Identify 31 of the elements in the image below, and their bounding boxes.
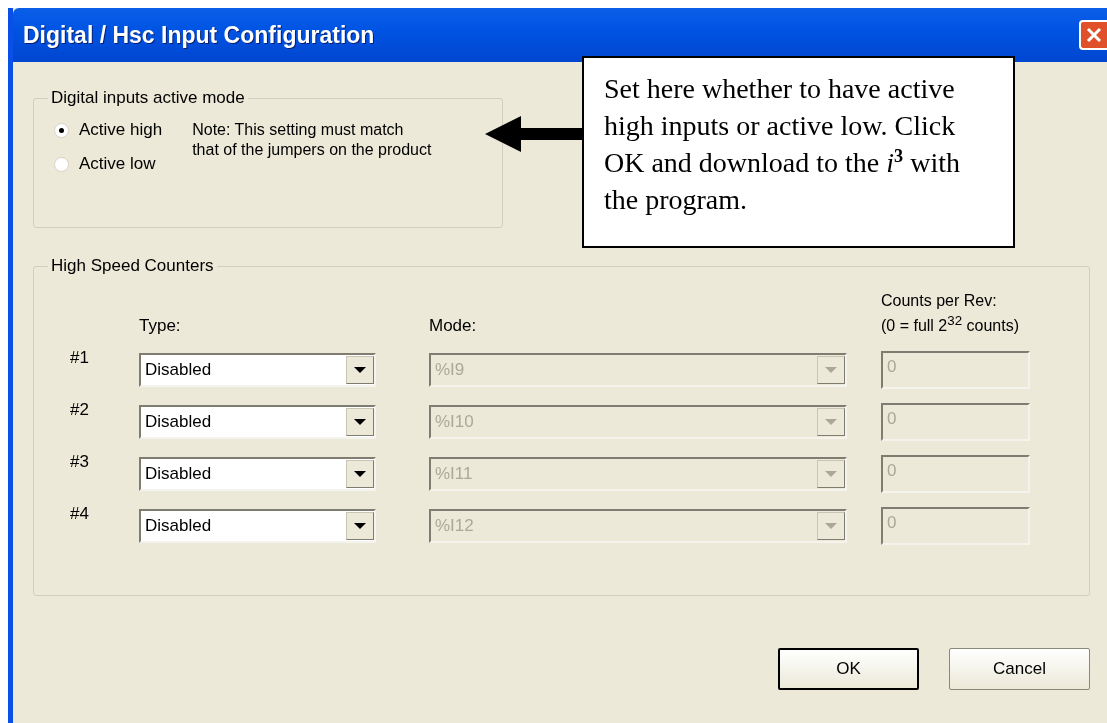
caret-icon [354,418,366,426]
caret-icon [825,418,837,426]
group-title: High Speed Counters [50,256,215,276]
arrow-icon [485,114,585,154]
caret-icon [354,470,366,478]
group-title: Digital inputs active mode [50,88,246,108]
column-label: Type: [139,316,182,337]
row-label: #2 [70,399,90,420]
caret-icon [825,470,837,478]
row-label: #3 [70,451,90,472]
caret-icon [825,522,837,530]
radio-option[interactable]: Active low [54,154,163,174]
caret-icon [354,522,366,530]
close-icon [1085,26,1103,44]
type-dropdown[interactable]: Disabled [139,457,376,491]
caret-icon [825,366,837,374]
type-dropdown[interactable]: Disabled [139,405,376,439]
note-text: Note: This setting must match that of the jumpers on the product [192,120,433,160]
caret-icon [354,366,366,374]
type-dropdown[interactable]: Disabled [139,353,376,387]
callout-text: Set here whether to have active high inputs or active low. Click OK and download to the i$^{3}$ with the program. [582,56,1015,248]
close-button[interactable] [1079,20,1107,50]
row-label: #1 [70,347,90,368]
column-label: Mode: [429,316,478,337]
dialog-button[interactable]: Cancel [949,648,1090,690]
row-label: #4 [70,503,90,524]
type-dropdown[interactable]: Disabled [139,509,376,543]
dialog-button[interactable]: OK [778,648,919,690]
window-title: Digital / Hsc Input Configuration [23,21,375,49]
radio-option[interactable]: Active high [54,120,163,140]
column-label: Counts per Rev: (0 = full 2$^{32}$ counts) [881,290,1020,336]
